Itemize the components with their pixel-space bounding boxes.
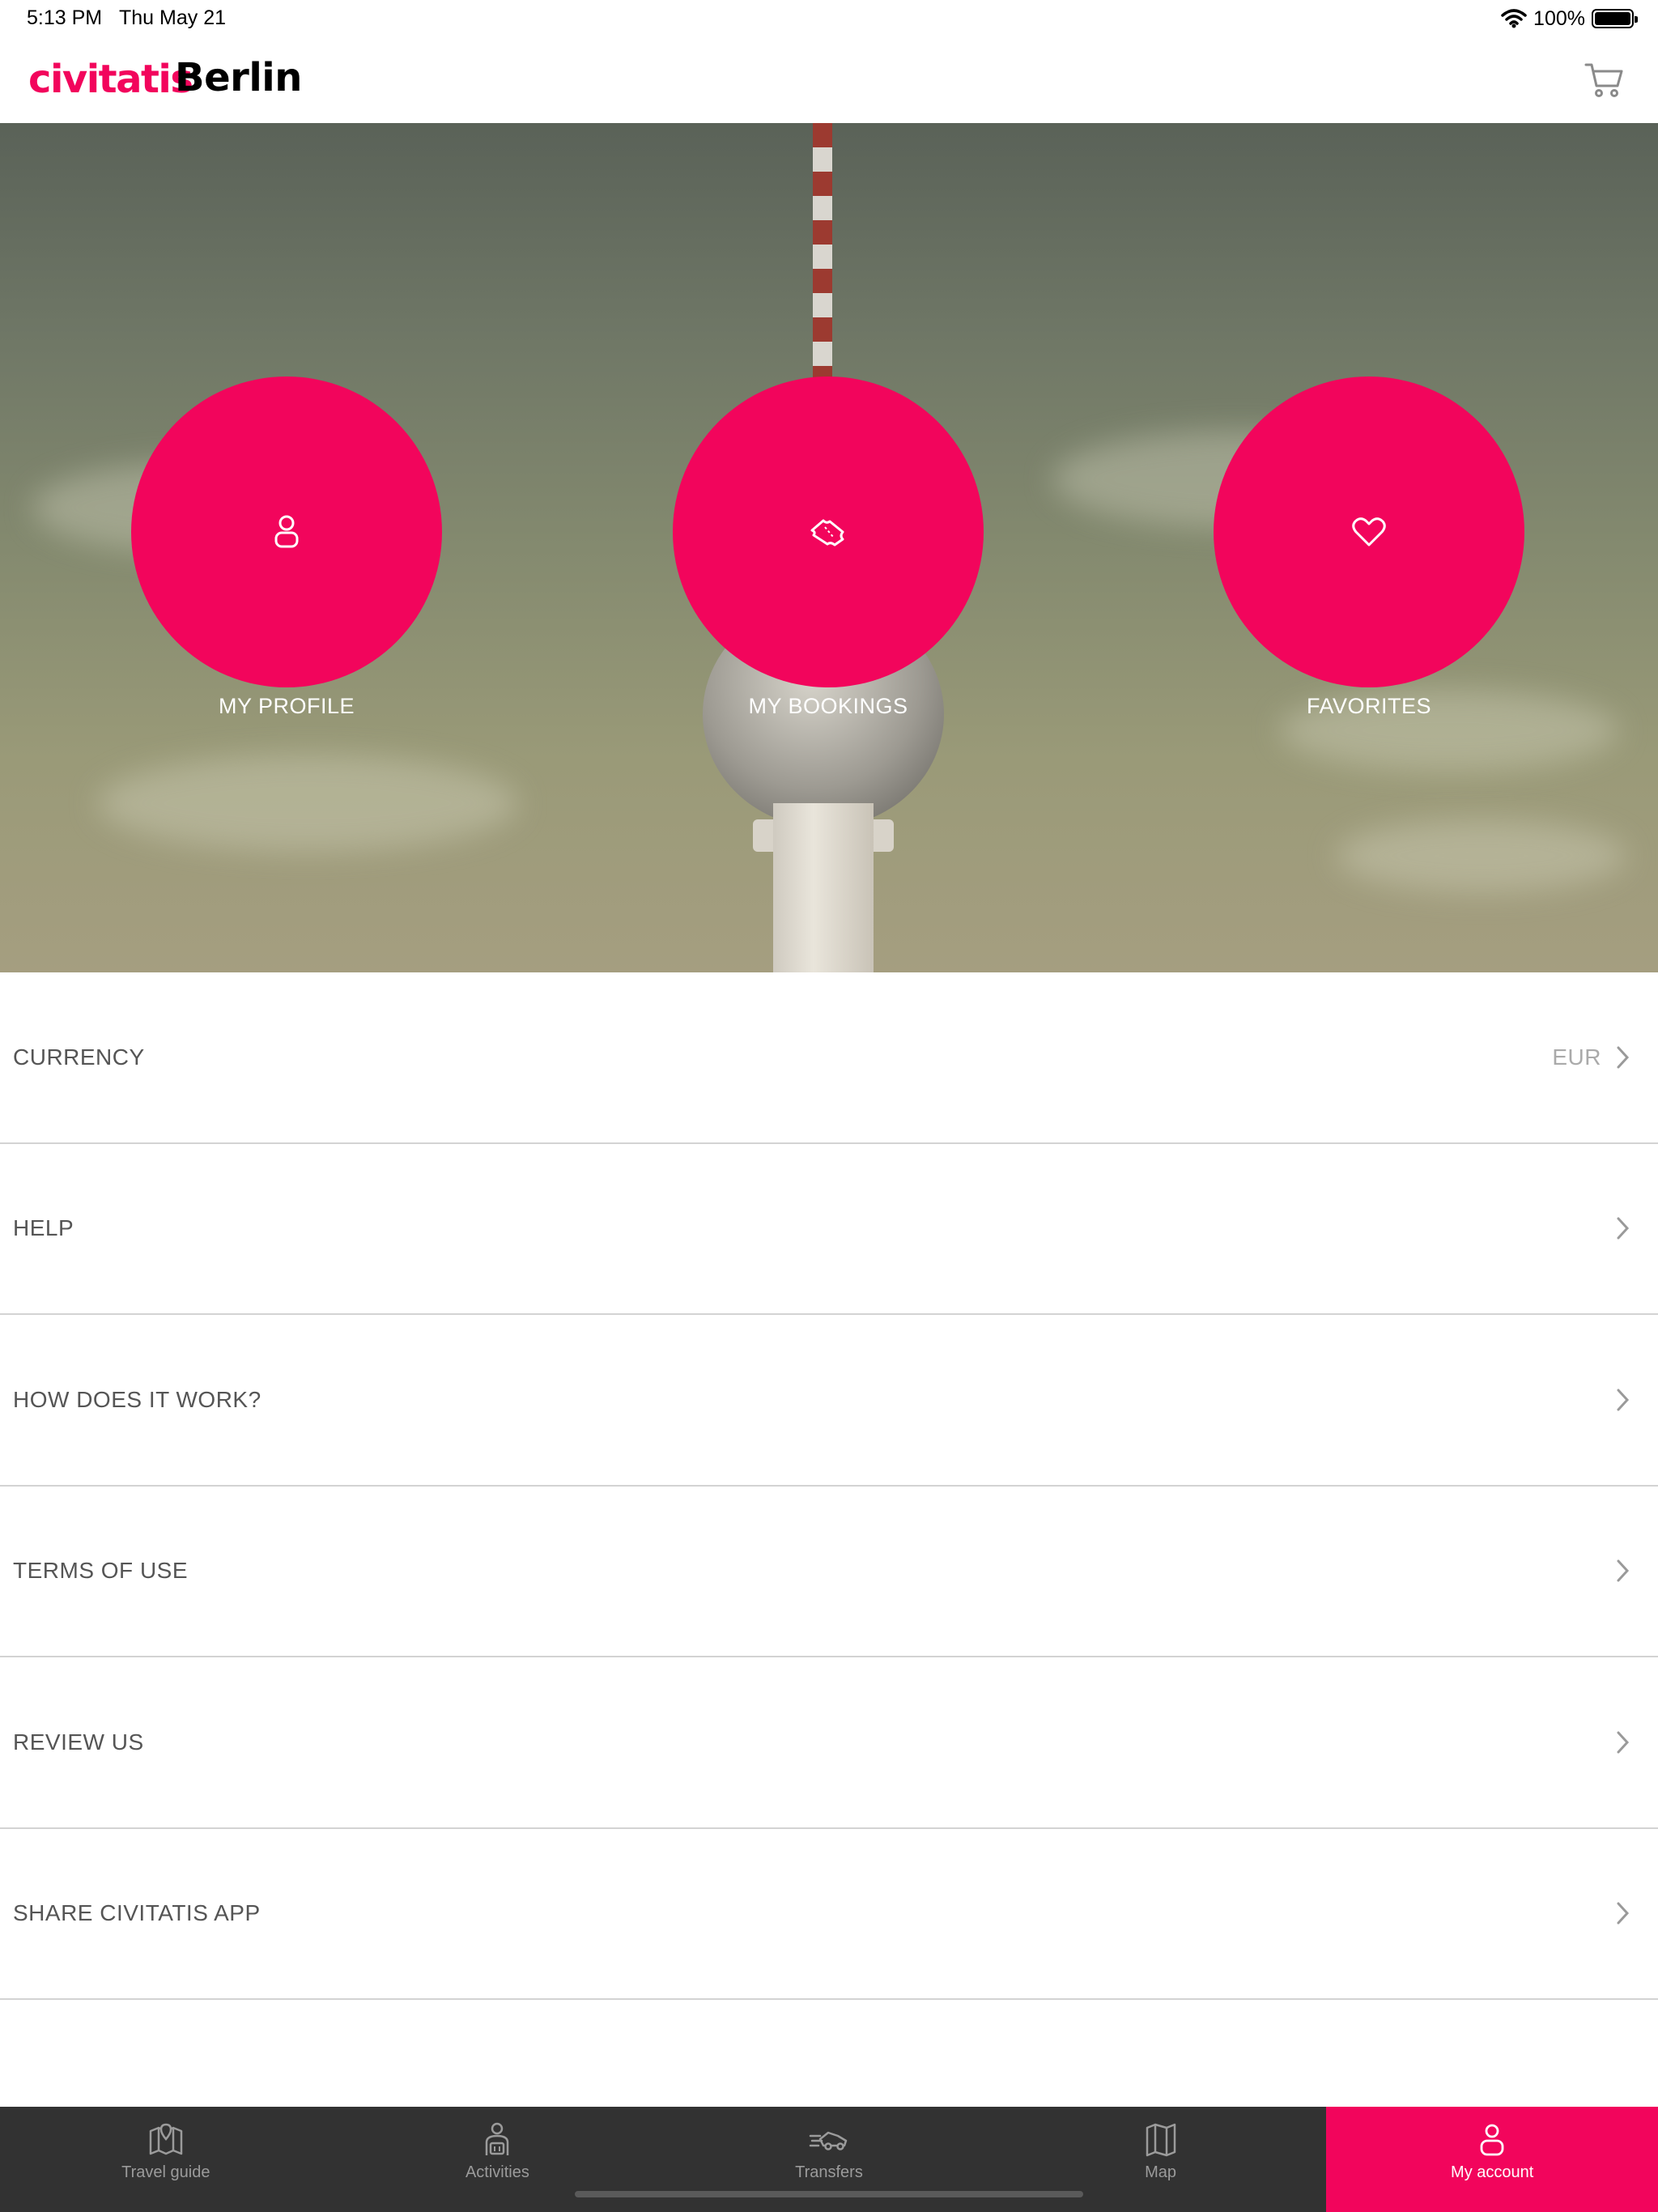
chevron-right-icon bbox=[1617, 1559, 1630, 1582]
chevron-right-icon bbox=[1617, 1217, 1630, 1240]
my-bookings-button[interactable]: MY BOOKINGS bbox=[673, 376, 984, 719]
traveler-icon bbox=[486, 2122, 509, 2155]
battery-icon bbox=[1592, 9, 1638, 28]
tab-label: Travel guide bbox=[121, 2163, 210, 2181]
home-indicator bbox=[575, 2191, 1083, 2197]
status-time: 5:13 PM bbox=[27, 6, 103, 29]
status-date: Thu May 21 bbox=[119, 6, 227, 29]
menu-item-label: REVIEW US bbox=[13, 1729, 144, 1755]
my-profile-label: MY PROFILE bbox=[218, 694, 355, 718]
map-icon bbox=[1146, 2123, 1175, 2157]
city-title: Berlin bbox=[175, 55, 302, 100]
menu-item-label: SHARE CIVITATIS APP bbox=[13, 1900, 261, 1926]
my-bookings-label: MY BOOKINGS bbox=[748, 694, 908, 718]
chevron-right-icon bbox=[1617, 1046, 1630, 1069]
chevron-right-icon bbox=[1617, 1731, 1630, 1754]
menu-item-review-us[interactable]: REVIEW US bbox=[0, 1657, 1658, 1829]
status-bar: 5:13 PM Thu May 21 100% bbox=[0, 0, 1658, 39]
tab-my-account[interactable]: My account bbox=[1326, 2107, 1658, 2212]
menu-item-currency[interactable]: CURRENCY EUR bbox=[0, 972, 1658, 1144]
tv-tower-shaft bbox=[773, 803, 874, 972]
tab-label: My account bbox=[1451, 2163, 1534, 2181]
account-menu: CURRENCY EUR HELP HOW DOES IT WORK? TERM… bbox=[0, 972, 1658, 2000]
heart-icon bbox=[1352, 517, 1386, 547]
person-icon bbox=[1480, 2124, 1504, 2156]
tab-label: Activities bbox=[465, 2163, 529, 2181]
menu-item-help[interactable]: HELP bbox=[0, 1144, 1658, 1315]
menu-item-share-app[interactable]: SHARE CIVITATIS APP bbox=[0, 1829, 1658, 2000]
menu-item-label: CURRENCY bbox=[13, 1044, 145, 1070]
tab-label: Map bbox=[1145, 2163, 1177, 2181]
tab-travel-guide[interactable]: Travel guide bbox=[0, 2107, 332, 2212]
tab-label: Transfers bbox=[795, 2163, 863, 2181]
chevron-right-icon bbox=[1617, 1902, 1630, 1925]
civitatis-logo[interactable]: civitatis bbox=[28, 57, 193, 102]
app-header: civitatis Berlin bbox=[0, 39, 1658, 123]
chevron-right-icon bbox=[1617, 1389, 1630, 1411]
wifi-icon bbox=[1501, 9, 1527, 28]
my-profile-button[interactable]: MY PROFILE bbox=[131, 376, 442, 719]
menu-item-label: HELP bbox=[13, 1215, 74, 1241]
menu-item-how-it-works[interactable]: HOW DOES IT WORK? bbox=[0, 1315, 1658, 1487]
ticket-icon bbox=[810, 519, 844, 547]
battery-percent: 100% bbox=[1533, 6, 1585, 30]
menu-item-label: HOW DOES IT WORK? bbox=[13, 1386, 261, 1412]
menu-item-terms-of-use[interactable]: TERMS OF USE bbox=[0, 1487, 1658, 1657]
menu-item-label: TERMS OF USE bbox=[13, 1558, 189, 1584]
status-indicators: 100% bbox=[1501, 6, 1638, 31]
guide-map-icon bbox=[149, 2123, 183, 2155]
hero-banner: MY PROFILE MY BOOKINGS FAVORITES bbox=[0, 123, 1658, 972]
favorites-button[interactable]: FAVORITES bbox=[1214, 376, 1524, 719]
favorites-label: FAVORITES bbox=[1306, 694, 1432, 718]
person-icon bbox=[274, 515, 299, 548]
transfer-car-icon bbox=[809, 2131, 848, 2150]
currency-value: EUR bbox=[1552, 1044, 1601, 1070]
cart-icon[interactable] bbox=[1584, 60, 1626, 100]
